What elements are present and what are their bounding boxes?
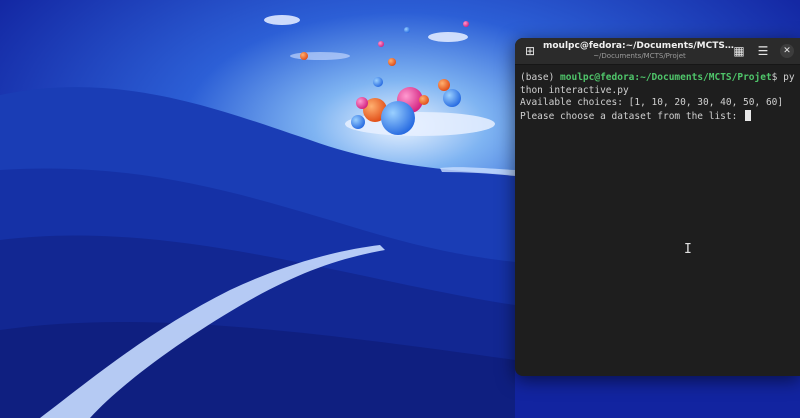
terminal-window[interactable]: ⊞ moulpc@fedora:~/Documents/MCTS/Projet …: [515, 38, 800, 376]
text-cursor: [745, 109, 752, 121]
window-title-main: moulpc@fedora:~/Documents/MCTS/Projet: [543, 41, 736, 51]
window-title: moulpc@fedora:~/Documents/MCTS/Projet ~/…: [543, 41, 736, 60]
prompt-symbol: $: [771, 72, 784, 83]
hamburger-menu-icon: ☰: [757, 44, 769, 58]
new-tab-button[interactable]: ⊞: [521, 42, 539, 60]
output-line-prompt: Please choose a dataset from the list:: [520, 110, 744, 122]
terminal-titlebar[interactable]: ⊞ moulpc@fedora:~/Documents/MCTS/Projet …: [515, 38, 800, 65]
window-title-subtitle: ~/Documents/MCTS/Projet: [593, 52, 686, 60]
close-button[interactable]: ✕: [778, 42, 796, 60]
menu-button[interactable]: ☰: [754, 42, 772, 60]
prompt-env: (base): [520, 72, 561, 83]
output-line-choices: Available choices: [1, 10, 20, 30, 40, 5…: [520, 97, 784, 108]
new-tab-icon: ⊞: [524, 44, 536, 58]
mouse-ibeam-cursor: I: [684, 242, 692, 257]
close-icon: ✕: [780, 44, 794, 58]
view-button[interactable]: ▦: [730, 42, 748, 60]
grid-view-icon: ▦: [733, 44, 745, 58]
prompt-user: moulpc@fedora:~/Documents/MCTS/Projet: [560, 72, 772, 83]
terminal-output[interactable]: (base) moulpc@fedora:~/Documents/MCTS/Pr…: [515, 65, 800, 130]
